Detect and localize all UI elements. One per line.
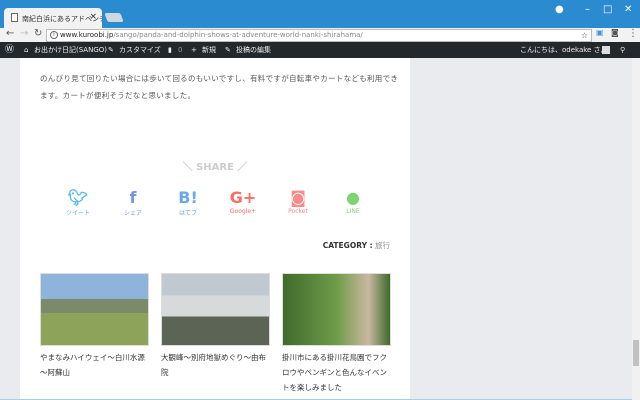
- info-icon[interactable]: i: [50, 31, 58, 39]
- url-domain: www.kuroobi.jp: [60, 31, 114, 39]
- brush-icon: ✎: [108, 46, 114, 54]
- pocket-icon: ◙: [290, 188, 306, 207]
- back-icon[interactable]: ←: [6, 28, 14, 39]
- share-line-button[interactable]: ● LINE: [333, 188, 373, 215]
- site-link[interactable]: お出かけ日記(SANGO): [34, 42, 107, 58]
- share-pocket-button[interactable]: ◙ Pocket: [278, 188, 318, 215]
- share-title: ＼ SHARE ／: [182, 162, 248, 173]
- new-tab-button[interactable]: [104, 13, 124, 22]
- home-icon: ⌂: [24, 46, 29, 54]
- post-title[interactable]: 大観峰～別府地獄めぐり～由布院: [161, 350, 270, 380]
- avatar[interactable]: [602, 46, 610, 54]
- post-title[interactable]: やまなみハイウェイ～白川水源～阿蘇山: [40, 350, 149, 380]
- related-post-card[interactable]: 大観峰～別府地獄めぐり～由布院: [161, 273, 270, 380]
- post-title[interactable]: 掛川市にある掛川花鳥園でフクロウやペンギンと色んなイベントを楽しみました: [282, 350, 391, 395]
- share-label: はてブ: [178, 210, 197, 217]
- customize-link[interactable]: カスタマイズ: [119, 42, 161, 58]
- edit-post-link[interactable]: 投稿の編集: [236, 42, 271, 58]
- browser-toolbar: ← → ↻ i www.kuroobi.jp/sango/panda-and-do…: [0, 28, 640, 42]
- comment-icon: ▮: [168, 46, 172, 54]
- category-link[interactable]: 旅行: [375, 241, 390, 250]
- close-window-button[interactable]: ✕: [624, 4, 632, 15]
- post-thumbnail: [161, 273, 270, 346]
- category-label: CATEGORY :: [322, 241, 373, 250]
- hatena-icon: B!: [178, 188, 198, 207]
- scrollbar-thumb[interactable]: [633, 340, 639, 366]
- share-label: シェア: [123, 210, 142, 217]
- new-link[interactable]: 新規: [202, 42, 216, 58]
- facebook-icon: f: [129, 188, 137, 207]
- browser-tab[interactable]: 南紀白浜にあるアドベンチャ…×: [4, 8, 102, 28]
- close-tab-icon[interactable]: ×: [89, 12, 97, 22]
- scrollbar[interactable]: [632, 58, 640, 400]
- page-icon: [11, 13, 18, 22]
- comments-count[interactable]: 0: [178, 42, 182, 58]
- share-hatena-button[interactable]: B! はてブ: [168, 188, 208, 217]
- search-icon[interactable]: ⚲: [620, 42, 625, 58]
- profile-icon[interactable]: ●: [555, 4, 564, 15]
- extension-icon[interactable]: ▣: [596, 28, 604, 37]
- camera-icon[interactable]: ◙: [611, 28, 619, 37]
- share-label: LINE: [346, 208, 360, 215]
- twitter-icon: 🐦︎: [67, 188, 89, 207]
- post-thumbnail: [40, 273, 149, 346]
- related-post-card[interactable]: 掛川市にある掛川花鳥園でフクロウやペンギンと色んなイベントを楽しみました: [282, 273, 391, 395]
- share-label: ツイート: [65, 210, 90, 217]
- title-bar: 南紀白浜にあるアドベンチャ…× ● – □ ✕: [0, 0, 640, 28]
- greeting[interactable]: こんにちは、odekake さん: [520, 42, 608, 58]
- google-plus-icon: G+: [229, 188, 257, 207]
- share-facebook-button[interactable]: f シェア: [113, 188, 153, 217]
- article-paragraph: のんびり見て回りたい場合には歩いて回るのもいいですし、有料ですが自転車やカートな…: [40, 74, 399, 100]
- line-icon: ●: [346, 188, 360, 207]
- address-bar[interactable]: i www.kuroobi.jp/sango/panda-and-dolphin-…: [46, 29, 592, 42]
- category: CATEGORY : 旅行: [323, 240, 390, 251]
- post-thumbnail: [282, 273, 391, 346]
- reload-icon[interactable]: ↻: [34, 28, 42, 39]
- bookmark-star-icon[interactable]: ☆: [581, 30, 588, 41]
- share-label: Pocket: [288, 208, 308, 215]
- menu-icon[interactable]: ⋮: [628, 28, 638, 39]
- pencil-icon: ✎: [225, 46, 231, 54]
- share-google-plus-button[interactable]: G+ Google+: [223, 188, 263, 215]
- url-path: /sango/panda-and-dolphin-shows-at-advent…: [113, 31, 363, 39]
- article-content: のんびり見て回りたい場合には歩いて回るのもいいですし、有料ですが自転車やカートな…: [20, 58, 410, 400]
- maximize-button[interactable]: □: [603, 4, 612, 15]
- related-post-card[interactable]: やまなみハイウェイ～白川水源～阿蘇山: [40, 273, 149, 380]
- share-label: Google+: [229, 208, 257, 215]
- plus-icon: +: [191, 46, 197, 54]
- wordpress-icon[interactable]: Ⓦ: [5, 42, 14, 58]
- wp-admin-bar: Ⓦ ⌂ お出かけ日記(SANGO) ✎ カスタマイズ ▮ 0 + 新規 ✎ 投稿…: [0, 42, 640, 58]
- minimize-button[interactable]: –: [585, 4, 590, 15]
- forward-icon[interactable]: →: [20, 28, 28, 39]
- share-twitter-button[interactable]: 🐦︎ ツイート: [58, 188, 98, 217]
